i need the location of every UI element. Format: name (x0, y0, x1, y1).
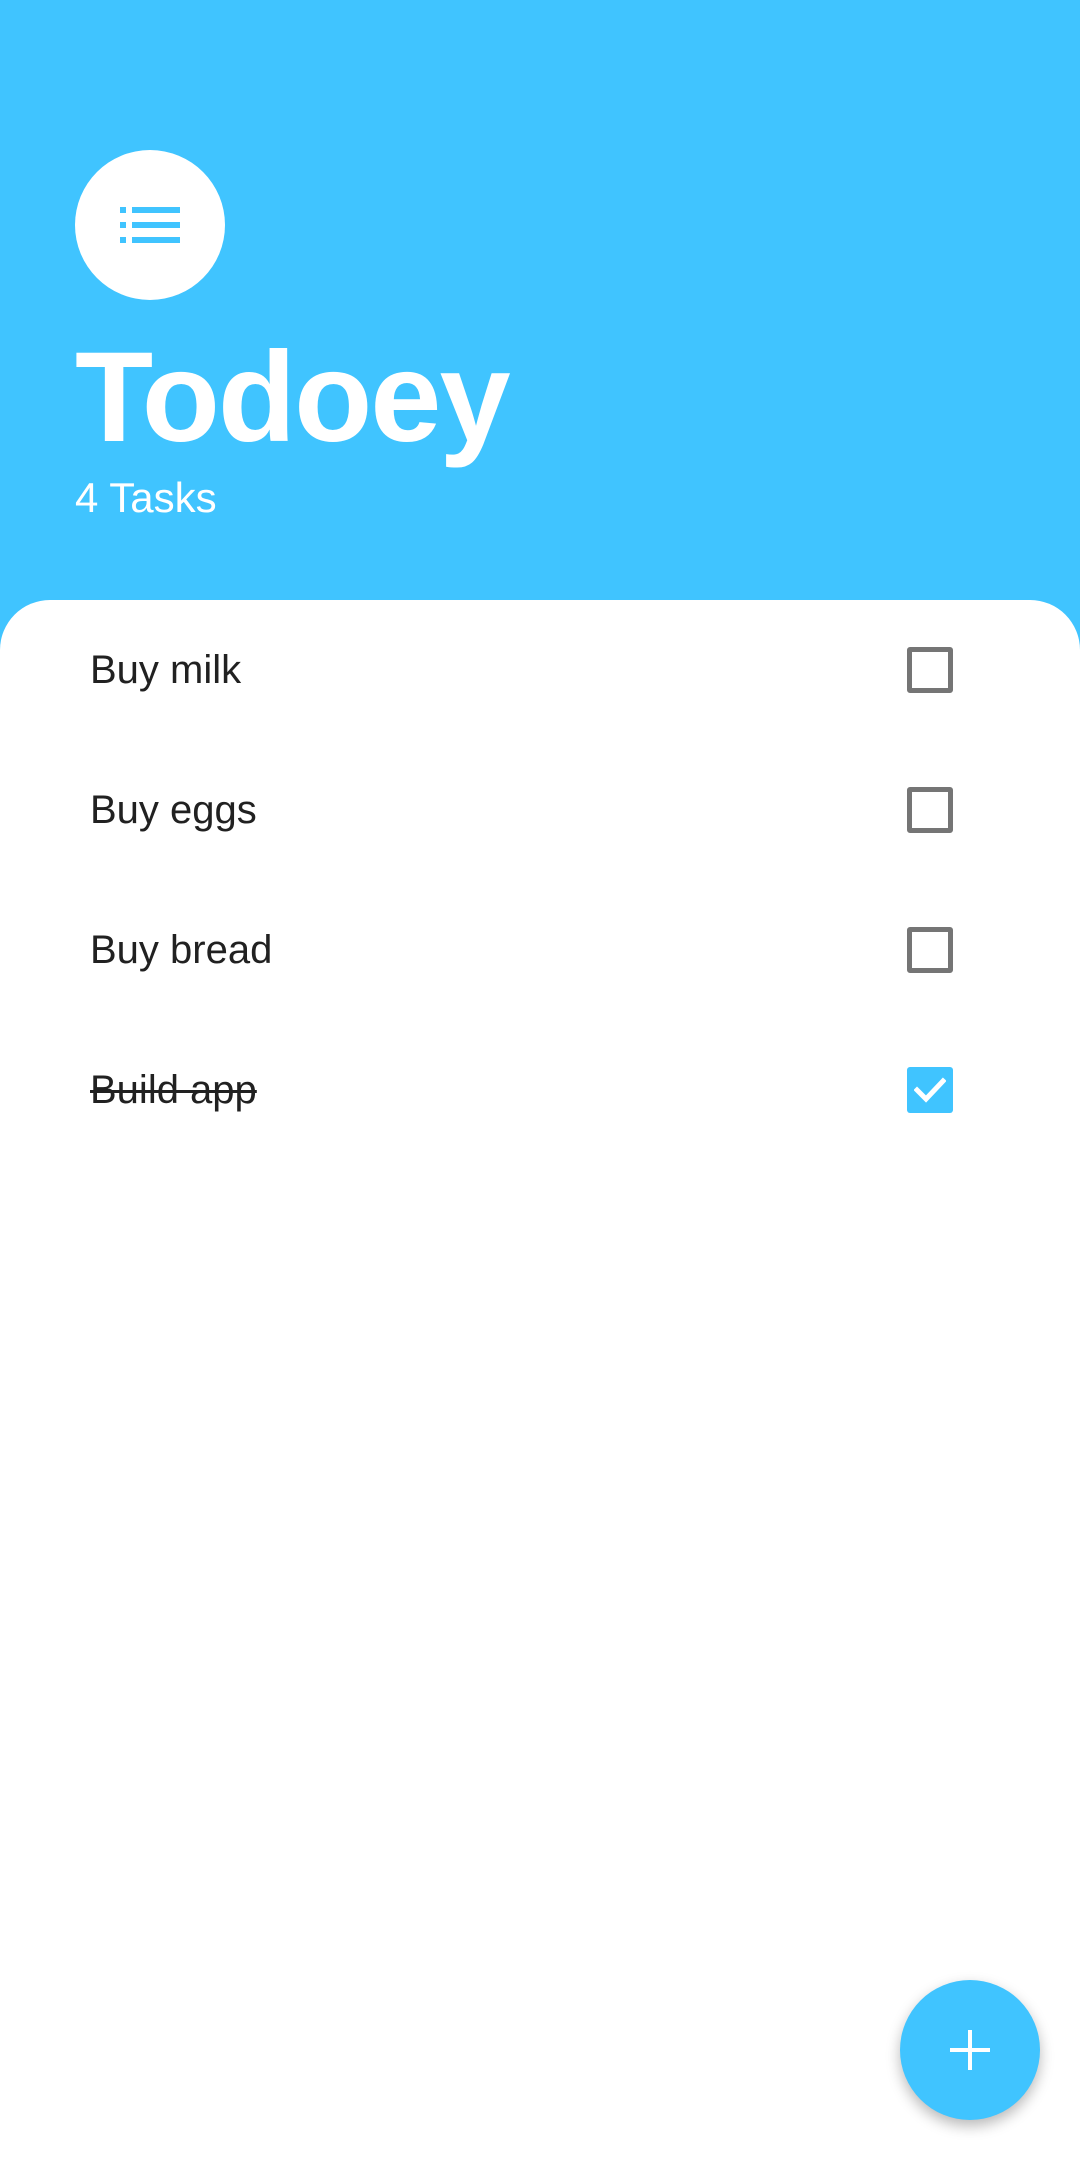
task-label: Buy eggs (90, 788, 257, 832)
task-checkbox[interactable] (907, 927, 953, 973)
app-title: Todoey (75, 326, 511, 469)
task-item[interactable]: Buy bread (0, 880, 1080, 1020)
task-item[interactable]: Buy eggs (0, 740, 1080, 880)
task-label: Buy milk (90, 648, 242, 692)
app-icon-badge (75, 150, 225, 300)
app-header: Todoey 4 Tasks (0, 0, 1080, 600)
task-label: Buy bread (90, 928, 273, 972)
task-item[interactable]: Buy milk (0, 600, 1080, 740)
task-checkbox[interactable] (907, 1067, 953, 1113)
task-count: 4 Tasks (75, 474, 217, 521)
task-item[interactable]: Build app (0, 1020, 1080, 1160)
task-label: Build app (90, 1068, 257, 1112)
task-checkbox[interactable] (907, 647, 953, 693)
check-icon (914, 1077, 946, 1103)
plus-icon (950, 2030, 990, 2070)
task-sheet: Buy milk Buy eggs Buy bread Build app (0, 600, 1080, 2160)
list-icon (120, 207, 180, 243)
task-checkbox[interactable] (907, 787, 953, 833)
add-task-button[interactable] (900, 1980, 1040, 2120)
task-list: Buy milk Buy eggs Buy bread Build app (0, 600, 1080, 1160)
